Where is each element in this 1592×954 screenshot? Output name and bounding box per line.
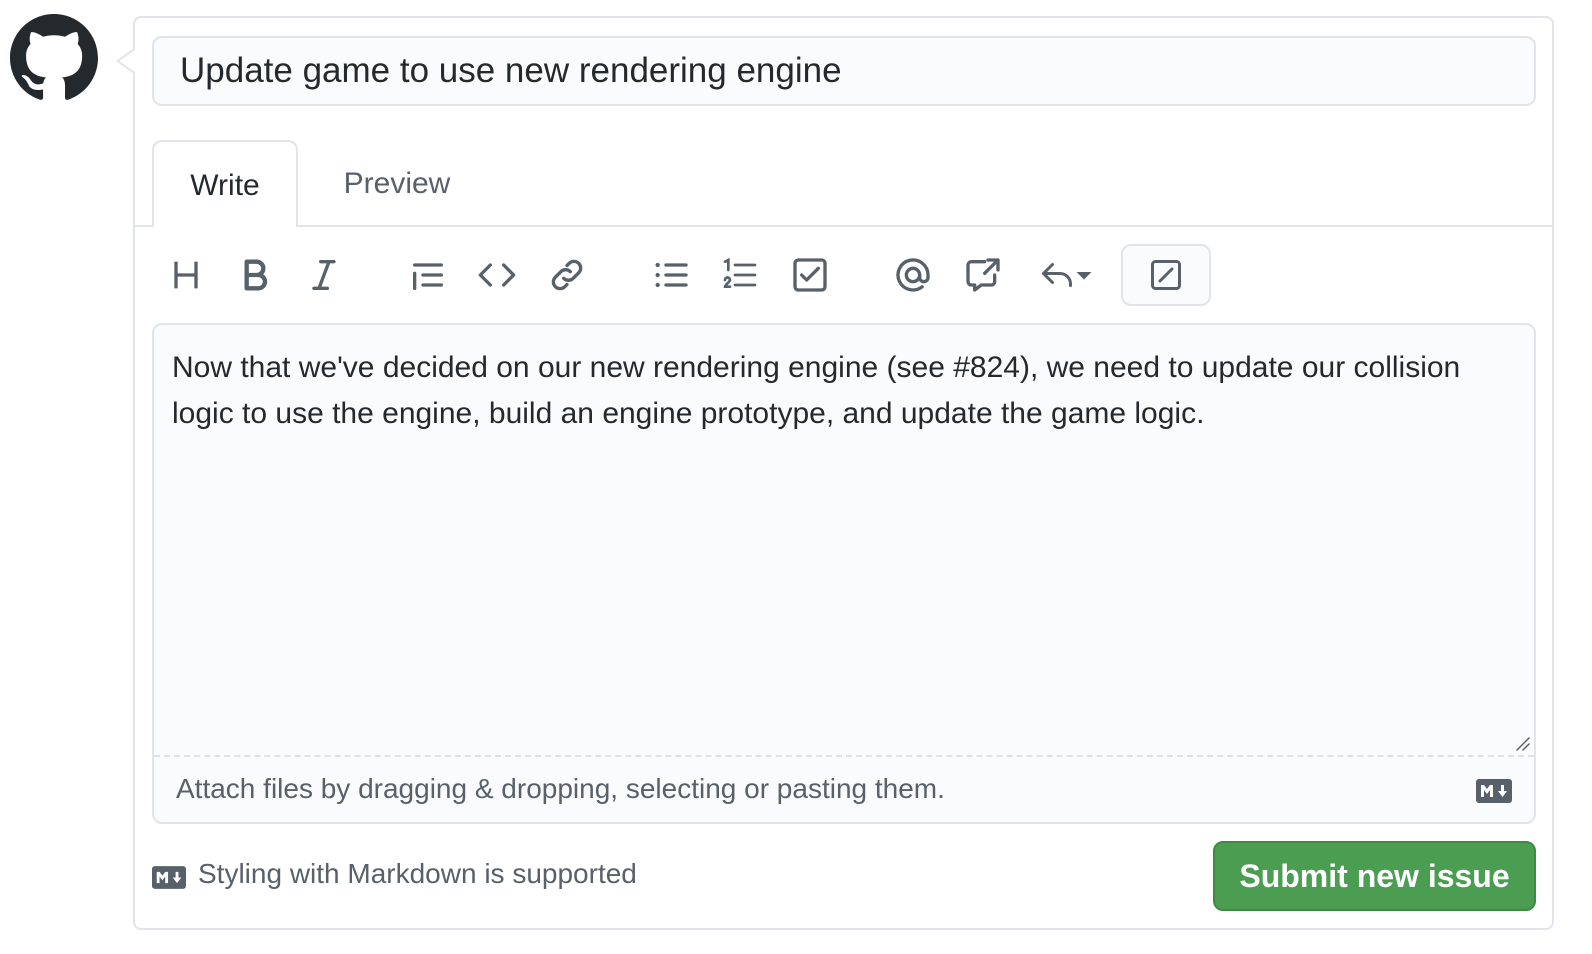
cross-reference-button[interactable] [953,246,1013,304]
issue-title-input[interactable] [152,36,1536,106]
heading-icon [174,261,198,289]
cross-reference-icon [966,258,1000,292]
tab-write[interactable]: Write [152,140,298,227]
mention-button[interactable] [883,246,943,304]
fullscreen-toggle-button[interactable] [1121,244,1211,306]
tab-preview[interactable]: Preview [312,140,482,227]
comment-body-textarea[interactable]: Now that we've decided on our new render… [172,345,1516,437]
reply-icon [1042,263,1072,287]
attach-files-hint[interactable]: Attach files by dragging & dropping, sel… [176,773,945,805]
unordered-list-icon [655,262,688,288]
link-icon [551,259,583,291]
ordered-list-icon [723,257,757,288]
italic-icon [312,260,336,290]
dashed-divider [154,755,1534,757]
unordered-list-button[interactable] [641,246,701,304]
italic-button[interactable] [294,246,354,304]
comment-body-editor[interactable]: Now that we've decided on our new render… [152,323,1536,824]
task-list-button[interactable] [780,246,840,304]
code-icon [478,263,516,287]
task-list-icon [793,258,827,292]
submit-new-issue-button[interactable]: Submit new issue [1213,841,1536,911]
code-button[interactable] [467,246,527,304]
bold-button[interactable] [225,246,285,304]
quote-button[interactable] [398,246,458,304]
bold-icon [244,259,268,291]
mention-icon [896,258,930,292]
markdown-supported-link[interactable]: Styling with Markdown is supported [198,858,637,890]
heading-button[interactable] [156,246,216,304]
resize-handle-icon[interactable] [1514,735,1530,751]
github-avatar-icon[interactable] [10,14,98,102]
caret-down-icon [1076,272,1092,280]
markdown-icon [152,866,186,889]
quote-icon [413,263,443,290]
ordered-list-button[interactable] [710,246,770,304]
markdown-icon[interactable] [1476,779,1512,803]
link-button[interactable] [537,246,597,304]
diff-ignore-icon [1151,260,1181,290]
saved-replies-button[interactable] [1030,246,1102,304]
